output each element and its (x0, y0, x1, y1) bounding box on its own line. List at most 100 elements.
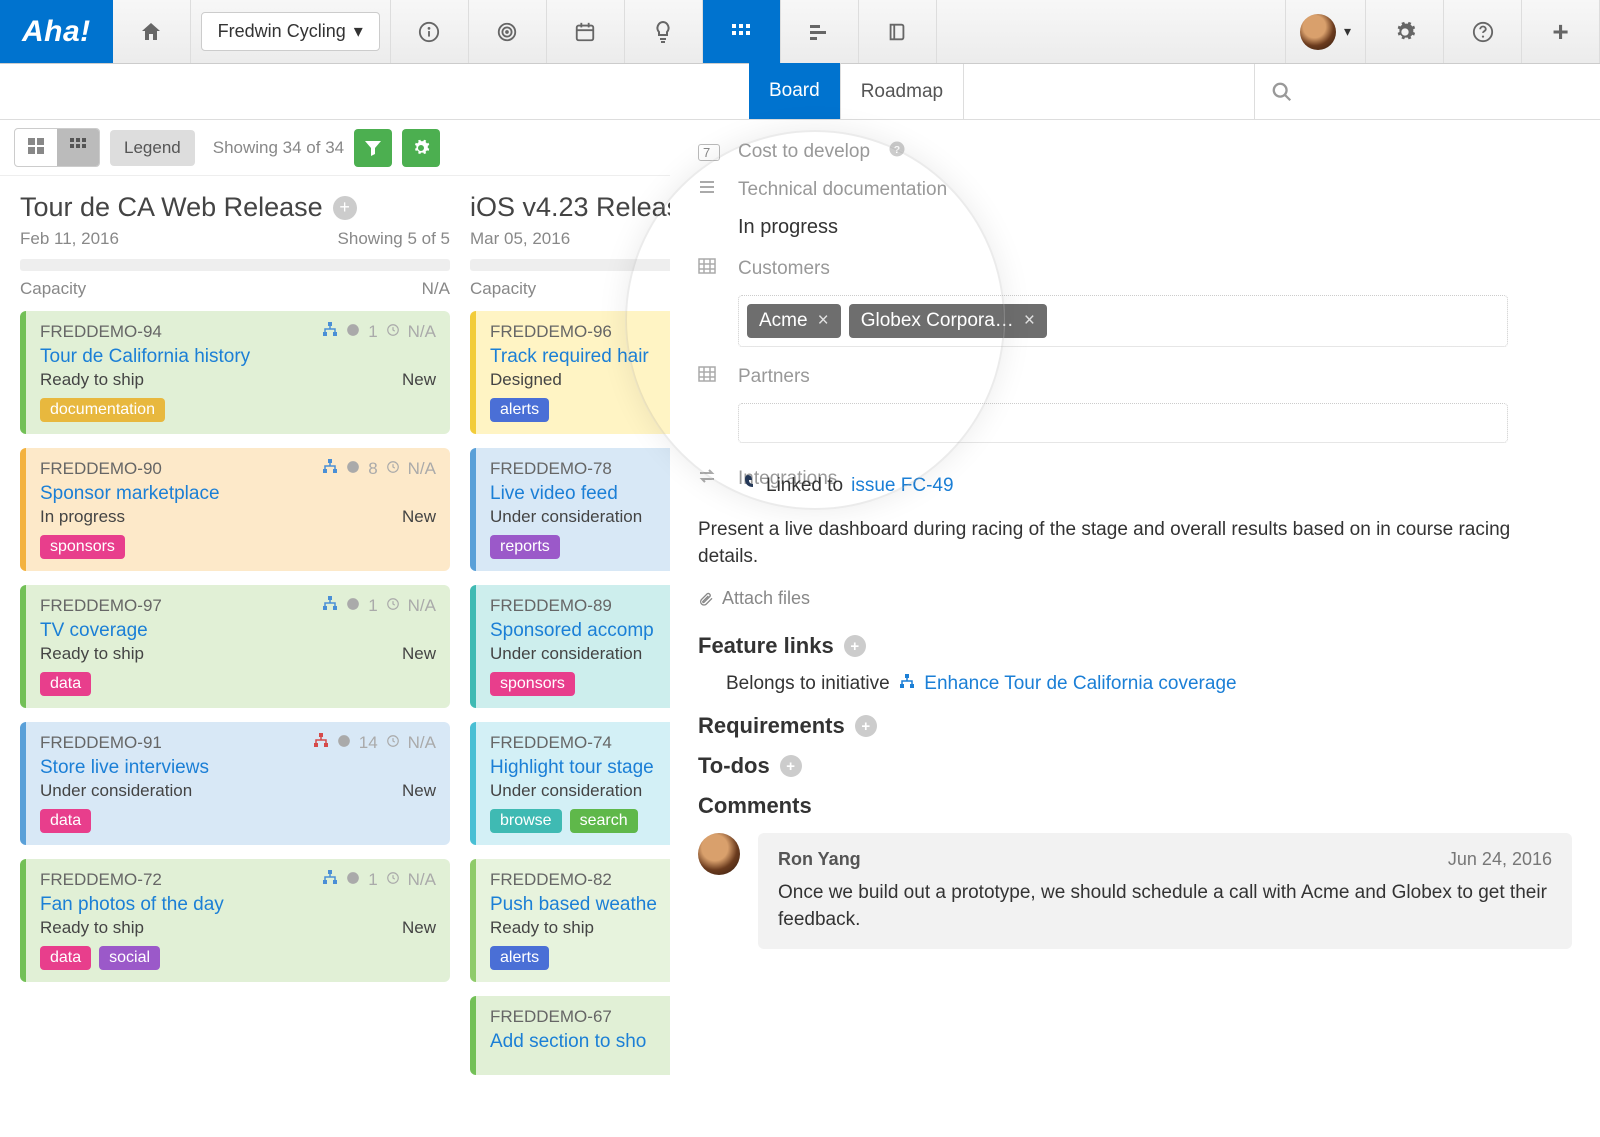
card-status: Under consideration (490, 644, 642, 664)
customers-input[interactable]: Acme×Globex Corpora…× (738, 295, 1508, 347)
field-label-customers: Customers (738, 258, 830, 280)
card-status: Ready to ship (40, 370, 144, 390)
time-icon (386, 596, 400, 616)
tag[interactable]: data (40, 946, 91, 970)
home-icon[interactable] (113, 0, 191, 63)
filter-button[interactable] (354, 129, 392, 167)
tag[interactable]: browse (490, 809, 562, 833)
top-nav: Aha! Fredwin Cycling ▾ ▾ + (0, 0, 1600, 64)
feature-description: Present a live dashboard during racing o… (698, 517, 1572, 570)
card-time: N/A (408, 733, 436, 753)
board-icon[interactable] (703, 0, 781, 63)
sitemap-icon (322, 869, 338, 890)
card-status: Ready to ship (40, 918, 144, 938)
tag[interactable]: data (40, 809, 91, 833)
tag[interactable]: search (570, 809, 638, 833)
time-icon (386, 322, 400, 342)
section-comments: Comments (698, 793, 1572, 819)
sub-nav: Board Roadmap (0, 64, 1600, 120)
card-title: Sponsor marketplace (40, 483, 436, 505)
column-date: Feb 11, 2016 (20, 229, 119, 249)
board-column: Tour de CA Web Release + Feb 11, 2016Sho… (20, 192, 450, 1089)
attach-files[interactable]: Attach files (698, 588, 1572, 609)
legend-button[interactable]: Legend (110, 130, 195, 166)
tag[interactable]: documentation (40, 398, 165, 422)
tag[interactable]: alerts (490, 946, 549, 970)
notebook-icon[interactable] (859, 0, 937, 63)
feature-card[interactable]: FREDDEMO-90 8 N/A Sponsor marketplace In… (20, 448, 450, 571)
feature-card[interactable]: FREDDEMO-94 1 N/A Tour de California his… (20, 311, 450, 434)
card-state: New (402, 644, 436, 664)
card-status: Under consideration (490, 781, 642, 801)
customer-chip[interactable]: Globex Corpora…× (849, 304, 1047, 338)
tab-board[interactable]: Board (749, 63, 841, 119)
field-value-techdoc[interactable]: In progress (738, 216, 1572, 239)
tag[interactable]: data (40, 672, 91, 696)
clock-icon (346, 322, 360, 342)
linked-issue-link[interactable]: issue FC-49 (851, 475, 953, 497)
add-requirement-button[interactable]: + (855, 715, 877, 737)
sitemap-icon (899, 673, 920, 694)
column-date: Mar 05, 2016 (470, 229, 570, 249)
card-state: New (402, 918, 436, 938)
list-icon (698, 178, 720, 202)
paperclip-icon (698, 591, 714, 607)
remove-chip-icon[interactable]: × (818, 310, 829, 332)
user-menu[interactable]: ▾ (1286, 0, 1366, 63)
gear-icon[interactable] (1366, 0, 1444, 63)
help-icon[interactable] (1444, 0, 1522, 63)
time-icon (386, 870, 400, 890)
tag[interactable]: alerts (490, 398, 549, 422)
card-tags: data social (40, 946, 436, 970)
feature-card[interactable]: FREDDEMO-91 14 N/A Store live interviews… (20, 722, 450, 845)
gantt-icon[interactable] (781, 0, 859, 63)
capacity-value: N/A (422, 279, 450, 299)
add-card-button[interactable]: + (333, 196, 357, 220)
remove-chip-icon[interactable]: × (1024, 310, 1035, 332)
column-title: iOS v4.23 Release (470, 192, 695, 223)
card-tags: data (40, 809, 436, 833)
card-state: New (402, 370, 436, 390)
target-icon[interactable] (469, 0, 547, 63)
tab-roadmap[interactable]: Roadmap (841, 64, 964, 119)
feature-card[interactable]: FREDDEMO-97 1 N/A TV coverage Ready to s… (20, 585, 450, 708)
field-label-techdoc: Technical documentation (738, 179, 947, 201)
caret-down-icon: ▾ (354, 21, 363, 42)
tag[interactable]: sponsors (40, 535, 125, 559)
clock-icon (346, 459, 360, 479)
logo[interactable]: Aha! (0, 0, 113, 63)
card-id: FREDDEMO-91 (40, 733, 162, 753)
tag[interactable]: social (99, 946, 160, 970)
comment-body: Once we build out a prototype, we should… (778, 880, 1552, 933)
search-input[interactable] (1254, 64, 1600, 119)
column-progress (20, 259, 450, 271)
column-title: Tour de CA Web Release (20, 192, 323, 223)
card-state: New (402, 507, 436, 527)
tag[interactable]: sponsors (490, 672, 575, 696)
settings-button[interactable] (402, 129, 440, 167)
add-feature-link-button[interactable]: + (844, 635, 866, 657)
comment: Ron Yang Jun 24, 2016 Once we build out … (698, 833, 1572, 949)
badge-icon: 7 (698, 144, 720, 161)
card-title: Fan photos of the day (40, 894, 436, 916)
section-feature-links: Feature links + (698, 633, 1572, 659)
view-card-icon[interactable] (15, 129, 57, 166)
partners-input[interactable] (738, 403, 1508, 443)
calendar-icon[interactable] (547, 0, 625, 63)
capacity-label: Capacity (470, 279, 536, 299)
initiative-link[interactable]: Enhance Tour de California coverage (924, 673, 1236, 694)
help-icon[interactable]: ? (888, 140, 906, 164)
view-grid-icon[interactable] (57, 129, 99, 166)
clock-icon (346, 596, 360, 616)
plus-icon[interactable]: + (1522, 0, 1600, 63)
idea-icon[interactable] (625, 0, 703, 63)
card-state: New (402, 781, 436, 801)
jira-icon (738, 473, 758, 499)
add-todo-button[interactable]: + (780, 755, 802, 777)
customer-chip[interactable]: Acme× (747, 304, 841, 338)
product-selector[interactable]: Fredwin Cycling ▾ (191, 0, 391, 63)
tag[interactable]: reports (490, 535, 560, 559)
feature-card[interactable]: FREDDEMO-72 1 N/A Fan photos of the day … (20, 859, 450, 982)
info-icon[interactable] (391, 0, 469, 63)
swap-icon (698, 467, 720, 491)
